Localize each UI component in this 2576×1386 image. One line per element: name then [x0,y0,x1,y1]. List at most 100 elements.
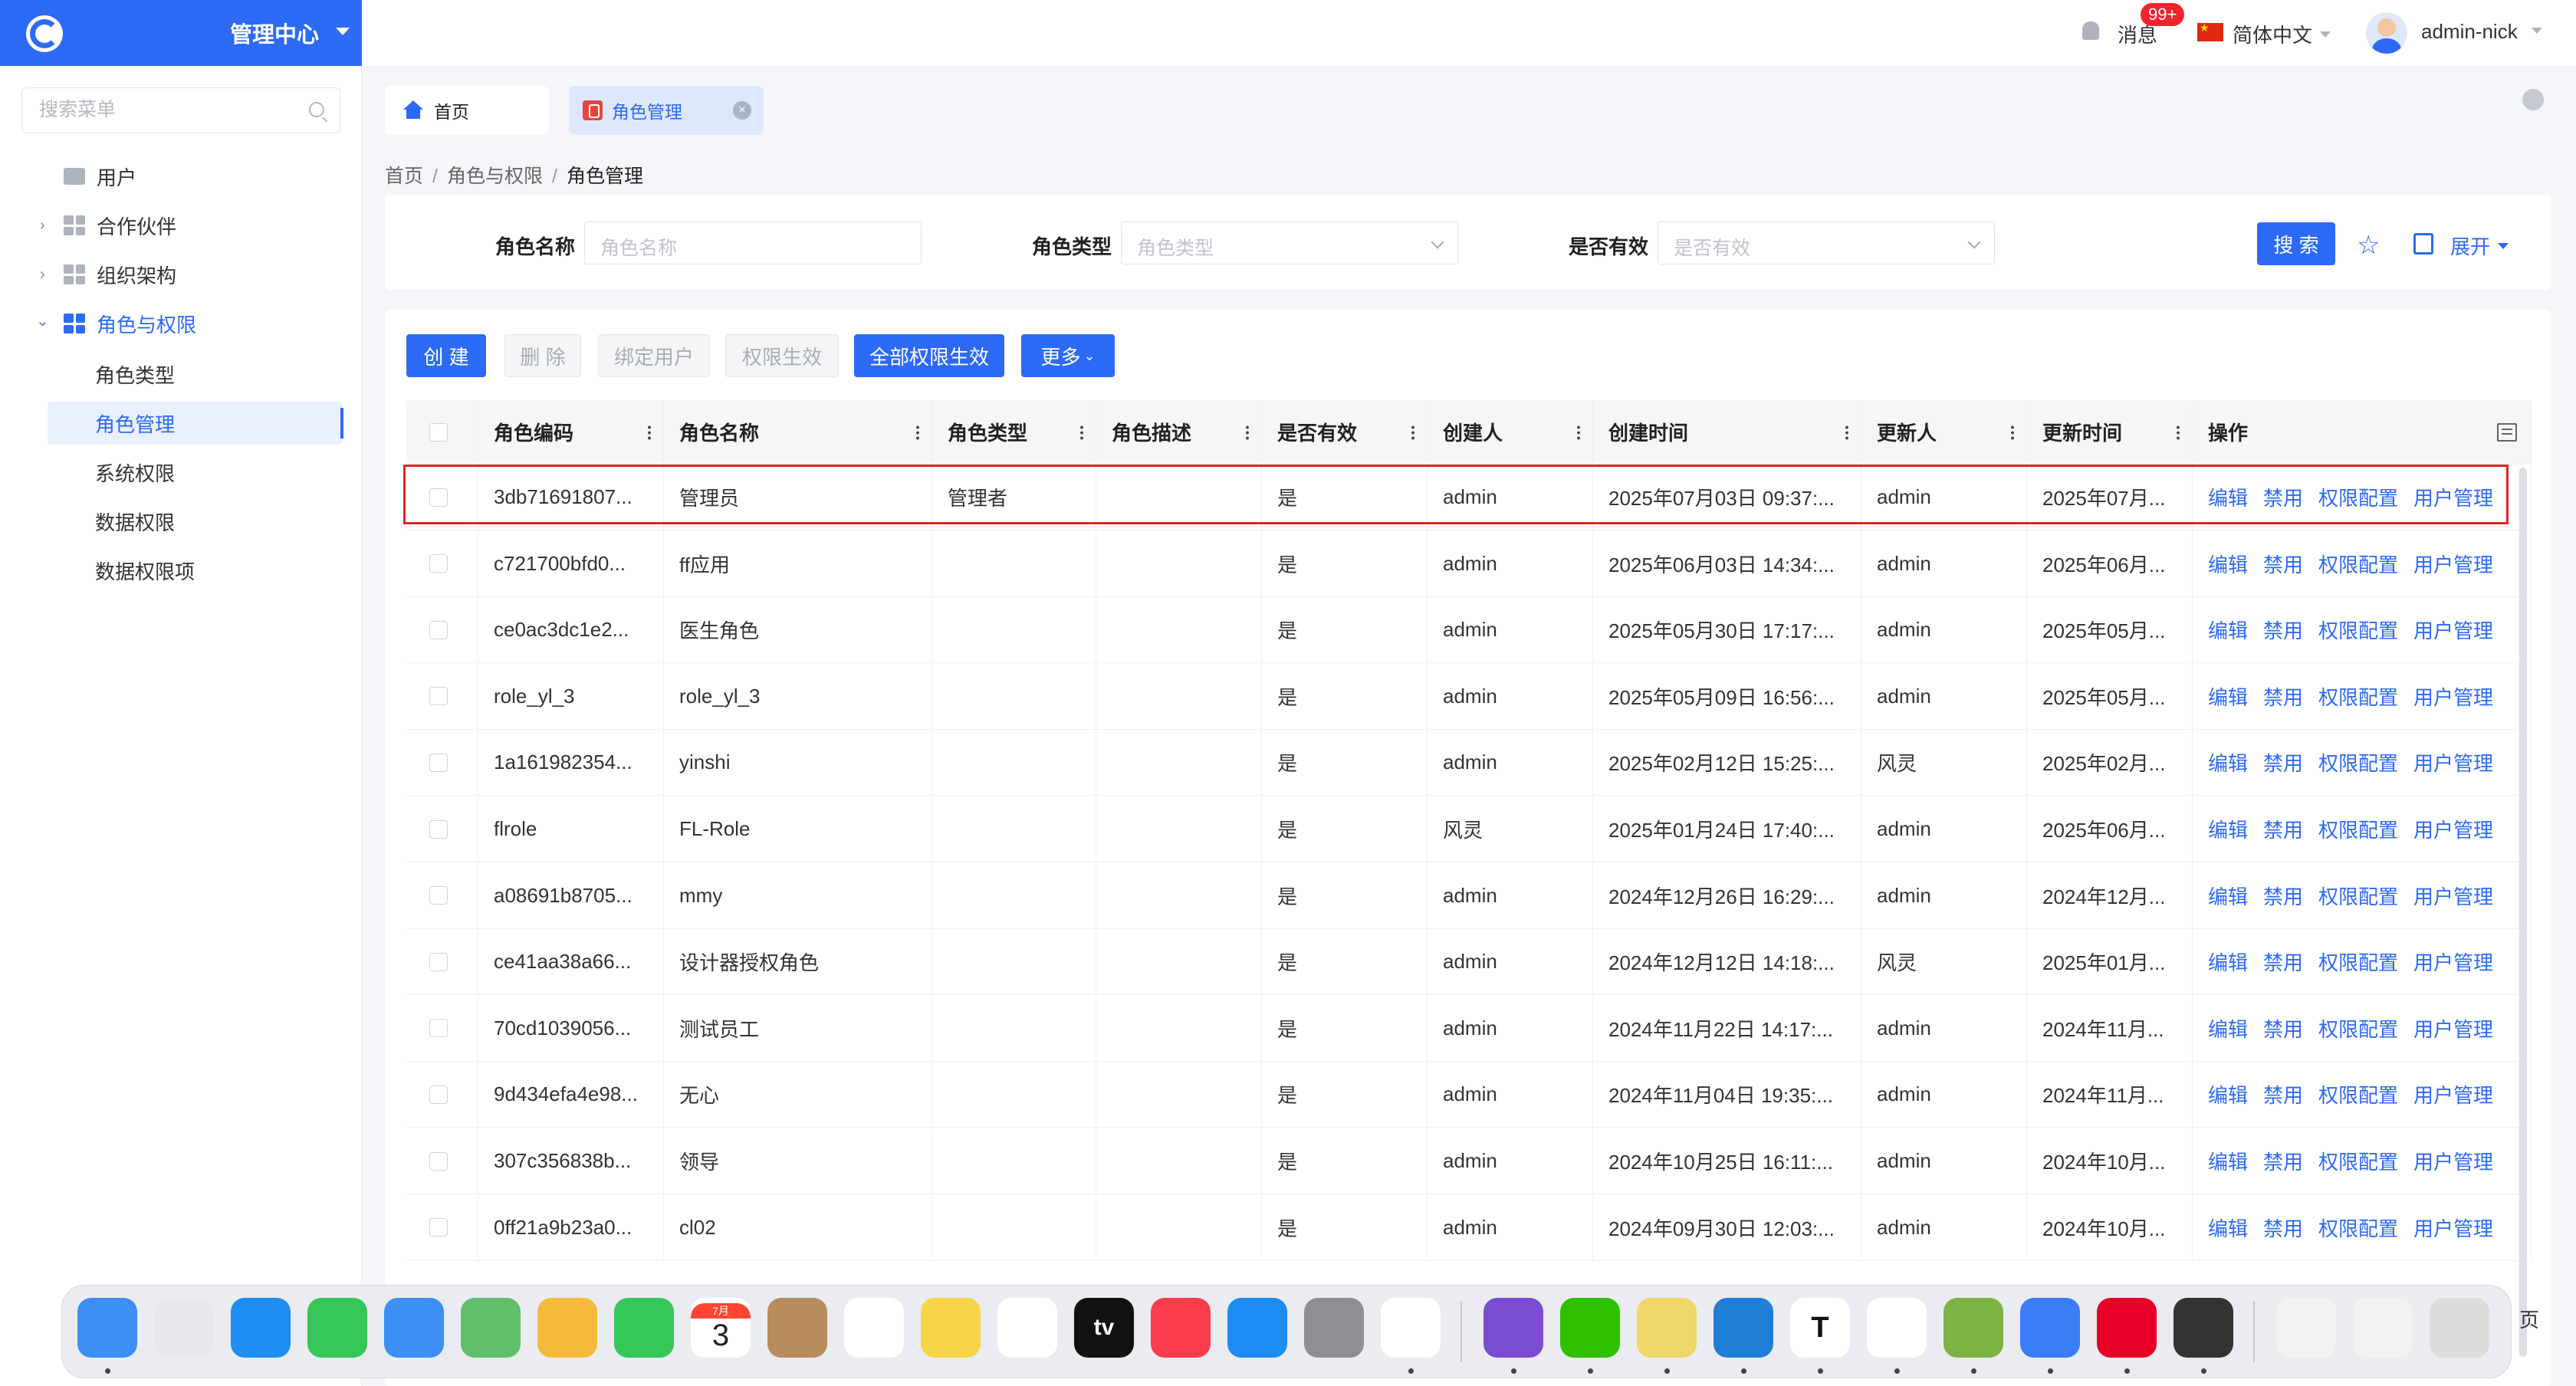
edit-link[interactable]: 编辑 [2208,550,2248,578]
user-menu[interactable]: admin-nick [2421,20,2542,44]
sidebar-subitem-role-management[interactable]: 角色管理 [48,402,343,445]
table-row[interactable]: flrole FL-Role 是风灵 2025年01月24日 17:40:... adm… [406,796,2532,862]
stickies-icon[interactable] [1637,1298,1697,1358]
disable-link[interactable]: 禁用 [2263,748,2303,777]
cloud-app-icon[interactable] [1944,1298,2003,1358]
user-management-link[interactable]: 用户管理 [2413,550,2493,578]
table-row[interactable]: 307c356838b... 领导是 admin 2024年10月25日 16:11:… [406,1128,2532,1194]
edit-link[interactable]: 编辑 [2208,882,2248,910]
avatar[interactable] [2366,12,2407,54]
row-checkbox-cell[interactable] [406,730,478,796]
row-checkbox[interactable] [429,1085,448,1104]
system-settings-icon[interactable] [1304,1298,1364,1358]
chrome-icon[interactable] [1381,1298,1441,1358]
disable-link[interactable]: 禁用 [2263,682,2303,711]
user-management-link[interactable]: 用户管理 [2413,1080,2493,1108]
search-icon[interactable] [309,102,324,117]
table-row[interactable]: ce0ac3dc1e2... 医生角色是 admin 2025年05月30日 17:1… [406,597,2532,664]
row-checkbox[interactable] [429,687,448,706]
permission-config-link[interactable]: 权限配置 [2318,1147,2398,1175]
permission-config-link[interactable]: 权限配置 [2318,815,2398,843]
calendar-icon[interactable]: 7月 3 [691,1298,751,1358]
typora-icon[interactable]: T [1790,1298,1850,1358]
row-checkbox-cell[interactable] [406,663,478,729]
edit-link[interactable]: 编辑 [2208,815,2248,843]
row-checkbox[interactable] [429,952,448,971]
document-icon[interactable] [2276,1298,2336,1358]
expand-toggle[interactable]: 展开 [2450,232,2509,260]
star-icon[interactable]: ☆ [2357,232,2380,258]
trash-icon[interactable] [2430,1298,2489,1358]
edit-link[interactable]: 编辑 [2208,1147,2248,1175]
row-checkbox[interactable] [429,886,448,905]
music-icon[interactable] [1151,1298,1211,1358]
wechat-icon[interactable] [1560,1298,1620,1358]
delete-button[interactable]: 删 除 [504,334,581,377]
row-checkbox[interactable] [429,1218,448,1237]
permission-apply-button[interactable]: 权限生效 [725,334,839,377]
edit-link[interactable]: 编辑 [2208,1080,2248,1108]
disable-link[interactable]: 禁用 [2263,550,2303,578]
table-row[interactable]: role_yl_3 role_yl_3 是 admin 2025年05月09日 16:5… [406,663,2532,730]
user-management-link[interactable]: 用户管理 [2413,748,2493,777]
permission-config-link[interactable]: 权限配置 [2318,748,2398,777]
launchpad-icon[interactable] [154,1298,214,1358]
messages-icon[interactable] [307,1298,367,1358]
permission-config-link[interactable]: 权限配置 [2318,1080,2398,1108]
apple-tv-icon[interactable]: tv [1074,1298,1134,1358]
row-checkbox-cell[interactable] [406,995,478,1061]
sidebar-item-roles[interactable]: › 角色与权限 [0,299,362,348]
user-management-link[interactable]: 用户管理 [2413,815,2493,843]
table-row[interactable]: c721700bfd0... ff应用是 admin 2025年06月03日 14:3… [406,530,2532,597]
edit-link[interactable]: 编辑 [2208,748,2248,777]
select-all-checkbox-cell[interactable] [406,400,478,464]
row-checkbox-cell[interactable] [406,796,478,862]
menu-search[interactable] [21,87,340,133]
close-icon[interactable]: × [733,101,751,120]
row-checkbox-cell[interactable] [406,1062,478,1128]
menu-search-input[interactable] [22,88,283,131]
table-row[interactable]: 9d434efa4e98... 无心是 admin 2024年11月04日 19:35… [406,1062,2532,1128]
sidebar-subitem-data-permission[interactable]: 数据权限 [48,500,342,543]
row-checkbox-cell[interactable] [406,1194,478,1260]
table-row[interactable]: a08691b8705... mmy 是 admin 2024年12月26日 16:29… [406,862,2532,929]
table-row[interactable]: 1a161982354... yinshi 是 admin 2025年02月12日 15… [406,730,2532,796]
disable-link[interactable]: 禁用 [2263,483,2303,511]
create-button[interactable]: 创 建 [406,334,486,377]
permission-config-link[interactable]: 权限配置 [2318,550,2398,578]
more-button[interactable]: 更多 ⌄ [1021,334,1115,377]
role-name-input[interactable]: 角色名称 [584,222,922,264]
user-management-link[interactable]: 用户管理 [2413,483,2493,511]
language-selector[interactable]: 简体中文 [2233,20,2331,48]
photos-icon[interactable] [537,1298,597,1358]
disable-link[interactable]: 禁用 [2263,1014,2303,1043]
edit-link[interactable]: 编辑 [2208,1214,2248,1242]
column-menu-icon[interactable] [1411,425,1414,440]
table-row[interactable]: 3db71691807... 管理员 管理者是 admin 2025年07月03日 09… [406,465,2532,530]
sidebar-item-users[interactable]: 用户 [0,152,362,201]
bell-icon[interactable] [2082,21,2099,40]
column-settings-icon[interactable] [2497,423,2517,442]
permission-config-link[interactable]: 权限配置 [2318,948,2398,976]
vscode-icon[interactable] [1714,1298,1773,1358]
edit-link[interactable]: 编辑 [2208,616,2248,644]
notes-icon[interactable] [921,1298,981,1358]
reminders-icon[interactable] [844,1298,904,1358]
printer-icon[interactable] [2413,233,2433,255]
column-menu-icon[interactable] [1080,425,1083,440]
edit-link[interactable]: 编辑 [2208,948,2248,976]
craft-icon[interactable] [2174,1298,2233,1358]
row-checkbox[interactable] [429,554,448,573]
table-row[interactable]: 0ff21a9b23a0... cl02 是 admin 2024年09月30日 12:… [406,1194,2532,1261]
row-checkbox-cell[interactable] [406,862,478,928]
bind-user-button[interactable]: 绑定用户 [598,334,710,377]
permission-config-link[interactable]: 权限配置 [2318,616,2398,644]
edit-link[interactable]: 编辑 [2208,483,2248,511]
chevron-down-icon[interactable] [336,28,350,42]
facetime-icon[interactable] [614,1298,674,1358]
permission-config-link[interactable]: 权限配置 [2318,483,2398,511]
qq-icon[interactable] [1867,1298,1927,1358]
user-management-link[interactable]: 用户管理 [2413,616,2493,644]
user-management-link[interactable]: 用户管理 [2413,1147,2493,1175]
github-desktop-icon[interactable] [1484,1298,1543,1358]
